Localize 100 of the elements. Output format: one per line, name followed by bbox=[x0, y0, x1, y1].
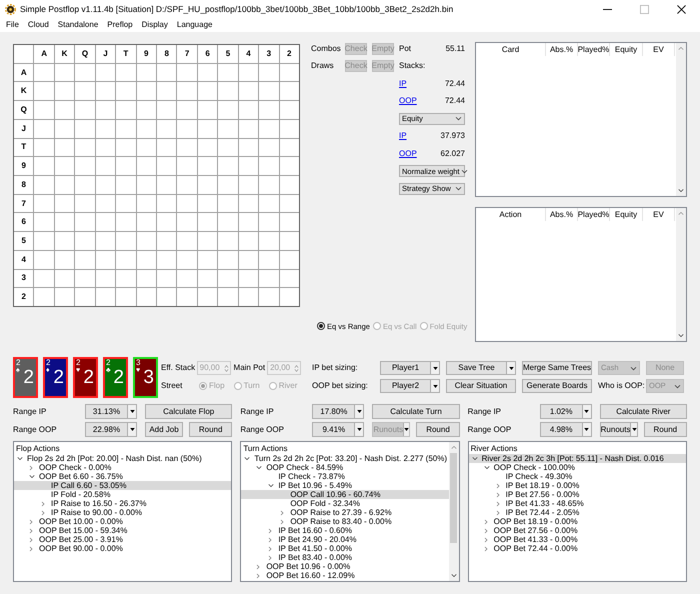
matrix-cell[interactable] bbox=[75, 176, 95, 194]
scrollbar[interactable] bbox=[676, 208, 686, 341]
player-link[interactable]: IP bbox=[399, 78, 407, 90]
tree-item[interactable]: OOP Check - 84.59% bbox=[241, 463, 449, 472]
tree-item[interactable]: OOP Bet 6.60 - 36.75% bbox=[14, 472, 232, 481]
matrix-cell[interactable] bbox=[116, 120, 136, 138]
player-link[interactable]: IP bbox=[399, 130, 407, 142]
tree-item[interactable]: River 2s 2d 2h 2c 3h [Pot: 55.11] - Nash Dist. 0.016 bbox=[468, 454, 686, 463]
matrix-cell[interactable] bbox=[157, 194, 176, 212]
menu-item[interactable]: Language bbox=[176, 19, 212, 31]
matrix-cell[interactable] bbox=[157, 250, 176, 269]
scroll-down-icon[interactable] bbox=[678, 188, 684, 193]
matrix-cell[interactable] bbox=[218, 270, 238, 288]
matrix-cell[interactable] bbox=[54, 232, 74, 250]
matrix-cell[interactable] bbox=[75, 82, 95, 100]
matrix-cell[interactable] bbox=[259, 213, 279, 232]
tree-item[interactable]: IP Raise to 16.50 - 26.37% bbox=[14, 499, 232, 508]
matrix-cell[interactable] bbox=[218, 232, 238, 250]
action-button[interactable]: Round bbox=[189, 422, 232, 437]
matrix-cell[interactable] bbox=[34, 194, 54, 212]
tree-item[interactable]: OOP Bet 10.96 - 0.00% bbox=[241, 562, 449, 571]
tree-item[interactable]: IP Check - 73.87% bbox=[241, 472, 449, 481]
matrix-cell[interactable] bbox=[157, 232, 176, 250]
matrix-cell[interactable] bbox=[177, 82, 197, 100]
matrix-cell[interactable] bbox=[218, 176, 238, 194]
tree-item[interactable]: IP Bet 16.60 - 0.60% bbox=[241, 526, 449, 535]
matrix-cell[interactable] bbox=[280, 64, 299, 82]
close-icon[interactable] bbox=[677, 4, 686, 14]
matrix-cell[interactable] bbox=[96, 138, 116, 156]
matrix-cell[interactable] bbox=[218, 288, 238, 306]
chevron-down-icon[interactable] bbox=[17, 456, 23, 461]
matrix-cell[interactable] bbox=[157, 270, 176, 288]
matrix-cell[interactable] bbox=[238, 213, 258, 232]
action-button[interactable]: Calculate River bbox=[600, 404, 687, 419]
matrix-cell[interactable] bbox=[218, 194, 238, 212]
matrix-cell[interactable] bbox=[218, 101, 238, 119]
matrix-cell[interactable] bbox=[259, 288, 279, 306]
scroll-down-icon[interactable] bbox=[450, 573, 457, 578]
matrix-cell[interactable] bbox=[136, 157, 156, 175]
matrix-cell[interactable] bbox=[116, 82, 136, 100]
matrix-cell[interactable] bbox=[157, 288, 176, 306]
matrix-cell[interactable] bbox=[54, 288, 74, 306]
matrix-cell[interactable] bbox=[198, 194, 218, 212]
matrix-cell[interactable] bbox=[177, 176, 197, 194]
chevron-down-icon[interactable] bbox=[29, 474, 35, 479]
matrix-cell[interactable] bbox=[34, 138, 54, 156]
dropdown[interactable]: 1.02% bbox=[540, 404, 592, 419]
tree-item[interactable]: IP Bet 72.44 - 2.05% bbox=[468, 508, 686, 517]
scroll-up-icon[interactable] bbox=[678, 46, 684, 51]
matrix-cell[interactable] bbox=[96, 213, 116, 232]
matrix-cell[interactable] bbox=[54, 120, 74, 138]
matrix-cell[interactable] bbox=[280, 194, 299, 212]
matrix-cell[interactable] bbox=[238, 194, 258, 212]
column-header[interactable]: Equity bbox=[610, 43, 643, 56]
matrix-cell[interactable] bbox=[198, 157, 218, 175]
tree-item[interactable]: IP Check - 49.30% bbox=[468, 472, 686, 481]
matrix-cell[interactable] bbox=[157, 101, 176, 119]
matrix-cell[interactable] bbox=[280, 288, 299, 306]
matrix-cell[interactable] bbox=[54, 213, 74, 232]
column-header[interactable]: Played% bbox=[578, 43, 610, 56]
matrix-cell[interactable] bbox=[136, 194, 156, 212]
matrix-cell[interactable] bbox=[75, 194, 95, 212]
column-header[interactable]: Action bbox=[476, 208, 546, 221]
scrollbar[interactable] bbox=[448, 442, 459, 581]
matrix-cell[interactable] bbox=[136, 120, 156, 138]
matrix-cell[interactable] bbox=[280, 250, 299, 269]
chevron-down-icon[interactable] bbox=[268, 483, 274, 488]
matrix-cell[interactable] bbox=[280, 270, 299, 288]
matrix-cell[interactable] bbox=[34, 157, 54, 175]
matrix-cell[interactable] bbox=[259, 82, 279, 100]
matrix-cell[interactable] bbox=[157, 157, 176, 175]
matrix-cell[interactable] bbox=[96, 250, 116, 269]
matrix-cell[interactable] bbox=[218, 64, 238, 82]
matrix-cell[interactable] bbox=[238, 288, 258, 306]
matrix-cell[interactable] bbox=[75, 213, 95, 232]
action-button[interactable]: Generate Boards bbox=[522, 379, 592, 393]
matrix-cell[interactable] bbox=[218, 138, 238, 156]
menu-item[interactable]: Display bbox=[142, 19, 168, 31]
matrix-cell[interactable] bbox=[136, 138, 156, 156]
matrix-cell[interactable] bbox=[136, 288, 156, 306]
matrix-cell[interactable] bbox=[177, 232, 197, 250]
scrollbar[interactable] bbox=[676, 43, 686, 196]
player-link[interactable]: OOP bbox=[399, 95, 417, 108]
tree-item[interactable]: OOP Bet 72.44 - 0.00% bbox=[468, 544, 686, 553]
tree-item[interactable]: IP Bet 24.90 - 20.04% bbox=[241, 535, 449, 544]
matrix-cell[interactable] bbox=[136, 250, 156, 269]
matrix-cell[interactable] bbox=[259, 270, 279, 288]
matrix-cell[interactable] bbox=[238, 232, 258, 250]
matrix-cell[interactable] bbox=[75, 64, 95, 82]
menu-item[interactable]: Preflop bbox=[107, 19, 133, 31]
matrix-cell[interactable] bbox=[198, 176, 218, 194]
matrix-cell[interactable] bbox=[116, 213, 136, 232]
dropdown[interactable]: 4.98% bbox=[540, 422, 592, 437]
matrix-cell[interactable] bbox=[54, 270, 74, 288]
matrix-cell[interactable] bbox=[116, 138, 136, 156]
matrix-cell[interactable] bbox=[54, 138, 74, 156]
dropdown[interactable]: 22.98% bbox=[85, 422, 137, 437]
matrix-cell[interactable] bbox=[136, 82, 156, 100]
dropdown[interactable]: Player2 bbox=[380, 379, 440, 393]
matrix-cell[interactable] bbox=[198, 138, 218, 156]
